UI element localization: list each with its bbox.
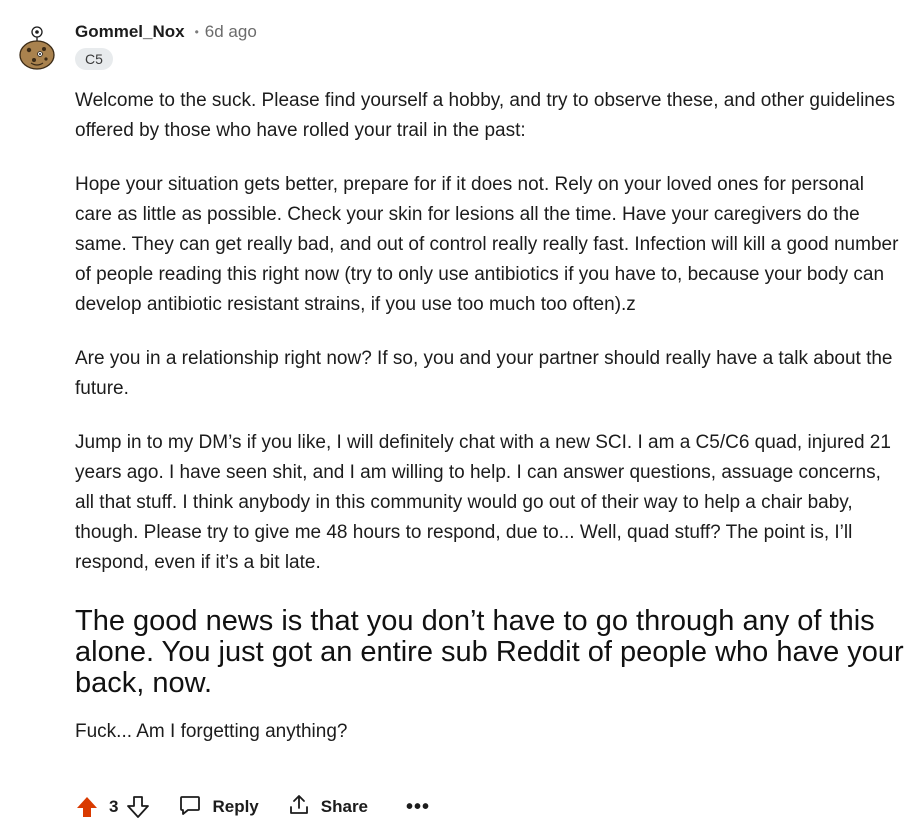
comment-heading: The good news is that you don’t have to …	[75, 605, 904, 699]
reply-label: Reply	[212, 797, 259, 816]
vote-score: 3	[109, 797, 119, 816]
user-flair: C5	[75, 48, 113, 70]
timestamp[interactable]: 6d ago	[205, 22, 257, 42]
upvote-icon[interactable]	[75, 795, 99, 819]
downvote-icon[interactable]	[126, 795, 150, 819]
reply-icon	[178, 793, 212, 822]
share-button[interactable]: Share	[287, 793, 368, 822]
username[interactable]: Gommel_Nox	[75, 22, 185, 42]
comment-paragraph: Fuck... Am I forgetting anything?	[75, 721, 348, 742]
comment-paragraph: Jump in to my DM’s if you like, I will d…	[75, 432, 891, 573]
meta-separator: •	[194, 25, 199, 39]
comment: Gommel_Nox • 6d ago C5 Welcome to the su…	[0, 0, 924, 838]
share-label: Share	[320, 797, 369, 816]
more-icon[interactable]: •••	[406, 797, 430, 817]
reply-button[interactable]: Reply	[178, 793, 259, 822]
comment-paragraph: Hope your situation gets better, prepare…	[75, 174, 899, 315]
comment-actions: 3 Reply Share •••	[75, 790, 430, 824]
avatar[interactable]	[18, 22, 56, 70]
comment-header: Gommel_Nox • 6d ago	[75, 18, 257, 46]
vote-group: 3	[75, 795, 150, 819]
share-icon	[287, 793, 321, 822]
comment-body: Welcome to the suck. Please find yoursel…	[75, 86, 905, 771]
comment-paragraph: Welcome to the suck. Please find yoursel…	[75, 90, 895, 141]
comment-paragraph: Are you in a relationship right now? If …	[75, 348, 893, 399]
